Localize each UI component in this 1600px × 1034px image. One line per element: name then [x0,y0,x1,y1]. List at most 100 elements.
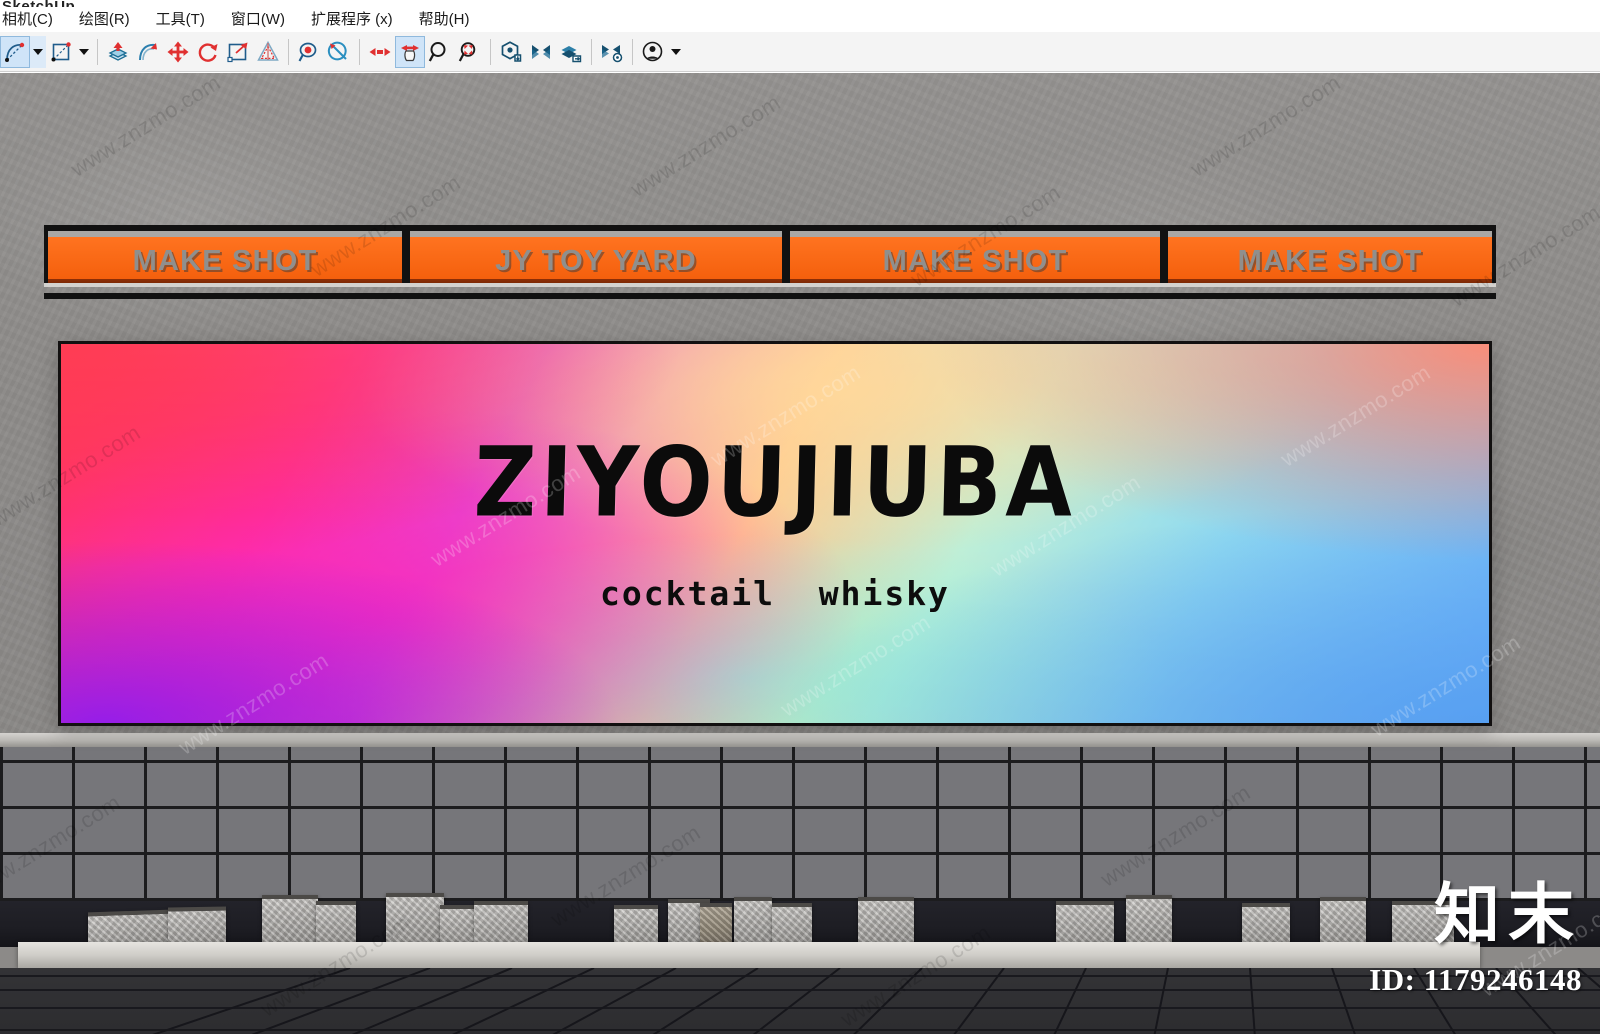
signage-panel-1: MAKE SHOT [44,231,406,287]
move-icon [166,40,190,64]
orbit-button[interactable] [395,35,425,68]
menu-bar: 相机(C) 绘图(R) 工具(T) 窗口(W) 扩展程序 (x) 帮助(H) [0,0,1600,32]
scale-icon [226,40,250,64]
paint-bucket-icon [297,40,321,64]
signage-frame-bottom [44,293,1496,299]
arc-tool-button[interactable] [0,35,30,68]
signage-panel-4: MAKE SHOT [1164,231,1496,287]
main-toolbar [0,32,1600,72]
paint-bucket-button[interactable] [294,36,324,68]
stone-block [262,895,318,945]
toolbar-separator [359,38,360,65]
move-button[interactable] [163,36,193,68]
brand-logo-text: ZIYOUJIUBA [472,427,1078,539]
toolbar-separator [490,38,491,65]
arc-tool-dropdown[interactable] [30,35,46,68]
toolbar-separator [632,38,633,65]
stone-block [474,901,528,945]
signage-panel-1-text: MAKE SHOT [132,245,318,277]
counter-front-lip [18,942,1480,968]
layers-icon [529,40,553,64]
stone-block [168,906,226,946]
signage-panel-row: MAKE SHOT JY TOY YARD MAKE SHOT MAKE SHO… [44,231,1496,287]
tile-grid [0,747,1600,901]
arc-tool-icon [4,41,26,63]
eraser-button[interactable] [324,36,354,68]
rotate-button[interactable] [193,36,223,68]
layers-button[interactable] [526,36,556,68]
section-plane-button[interactable] [365,36,395,68]
follow-me-icon [136,40,160,64]
scale-button[interactable] [223,36,253,68]
section-plane-icon [368,40,392,64]
zoom-extents-button[interactable] [455,36,485,68]
brand-watermark-cn: 知末 [1434,876,1582,953]
main-gradient-sign: ZIYOUJIUBA cocktail whisky [58,341,1492,726]
settings-layers-button[interactable] [597,36,627,68]
menu-item-window[interactable]: 窗口(W) [218,12,298,32]
sketchup-window: SketchUp 相机(C) 绘图(R) 工具(T) 窗口(W) 扩展程序 (x… [0,0,1600,1034]
menu-item-help[interactable]: 帮助(H) [406,12,483,32]
stone-block [700,903,732,945]
toolbar-separator [97,38,98,65]
menu-item-tools[interactable]: 工具(T) [143,12,218,32]
toolbar-separator [288,38,289,65]
zoom-button[interactable] [425,36,455,68]
eraser-icon [327,40,351,64]
stone-block [614,905,658,945]
signage-panel-2-text: JY TOY YARD [495,245,697,277]
stone-block [1126,895,1172,945]
push-pull-icon [106,40,130,64]
chevron-down-icon [33,48,43,55]
model-info-button[interactable] [496,36,526,68]
rotate-icon [196,40,220,64]
stone-block [88,909,170,947]
brand-watermark: 知末 [1434,882,1582,948]
brand-tagline-text: cocktail whisky [600,574,950,613]
window-title-sliver: SketchUp [2,0,75,7]
account-dropdown[interactable] [668,36,684,68]
model-id-label: ID: 1179246148 [1369,962,1582,997]
push-pull-button[interactable] [103,36,133,68]
stone-block [858,897,914,945]
signage-strip: MAKE SHOT JY TOY YARD MAKE SHOT MAKE SHO… [44,225,1496,299]
zoom-icon [428,40,452,64]
stack-layers-button[interactable] [556,36,586,68]
signage-panel-3: MAKE SHOT [786,231,1164,287]
zoom-extents-icon [458,40,482,64]
rectangle-tool-icon [50,41,72,63]
chevron-down-icon [79,48,89,55]
chevron-down-icon [671,48,681,55]
stack-layers-icon [559,40,583,64]
stone-block [316,901,356,945]
stone-block [1056,901,1114,945]
menu-item-extensions[interactable]: 扩展程序 (x) [298,12,406,32]
model-viewport[interactable]: MAKE SHOT JY TOY YARD MAKE SHOT MAKE SHO… [0,73,1600,1034]
signage-panel-3-text: MAKE SHOT [882,245,1068,277]
offset-button[interactable] [253,36,283,68]
wall-cap-trim [0,733,1600,747]
signage-panel-2: JY TOY YARD [406,231,786,287]
stone-block [1320,897,1366,945]
floor-perspective-grid [0,968,1600,1034]
stone-block [386,893,444,945]
account-button[interactable] [638,36,668,68]
stone-block [440,905,474,945]
account-icon [641,40,665,64]
offset-icon [256,40,280,64]
follow-me-button[interactable] [133,36,163,68]
toolbar-separator [591,38,592,65]
menu-item-draw[interactable]: 绘图(R) [66,12,143,32]
menu-item-camera[interactable]: 相机(C) [0,12,66,32]
rectangle-tool-button[interactable] [46,36,76,68]
signage-frame-mid [44,283,1496,287]
floor [0,968,1600,1034]
settings-layers-icon [600,40,624,64]
orbit-icon [398,40,422,64]
tiled-wall-band [0,733,1600,901]
rectangle-tool-dropdown[interactable] [76,36,92,68]
signage-panel-4-text: MAKE SHOT [1237,245,1423,277]
stone-block [772,903,812,945]
sign-logo-block: ZIYOUJIUBA cocktail whisky [61,344,1489,723]
model-info-icon [499,40,523,64]
